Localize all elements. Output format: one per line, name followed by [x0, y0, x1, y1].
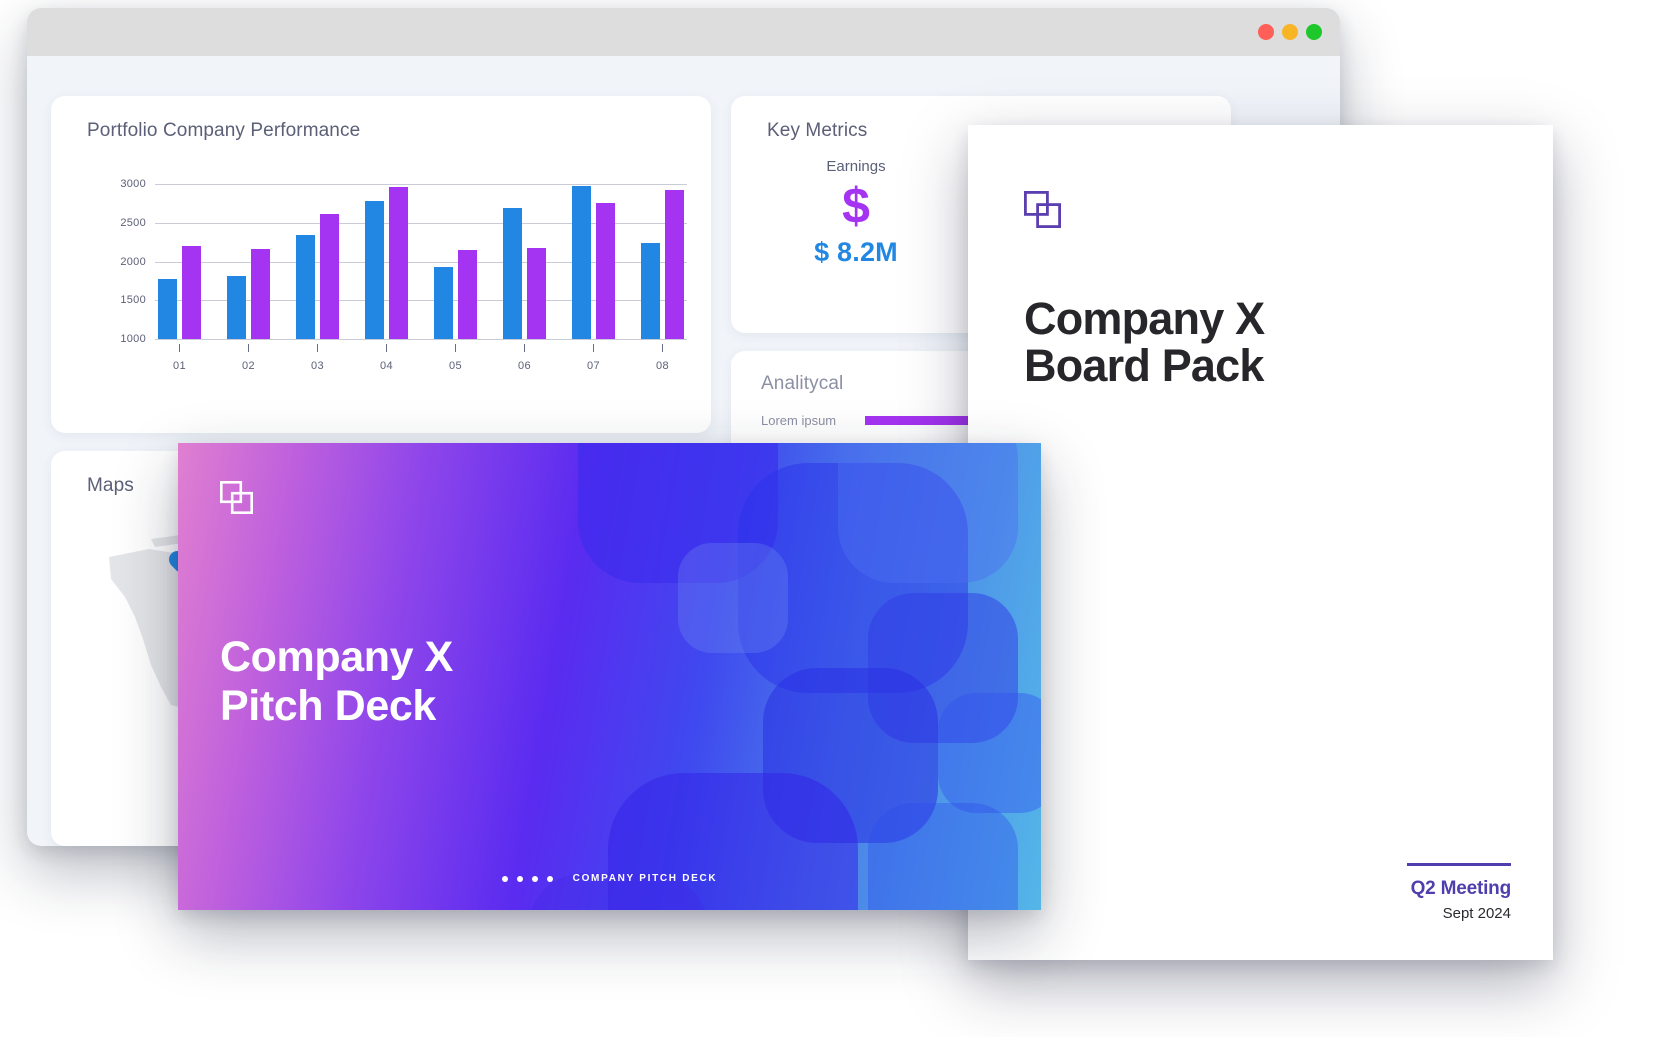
chart-bar-group [365, 184, 408, 339]
slide-dot[interactable] [501, 875, 508, 882]
chart-bar[interactable] [158, 278, 177, 339]
maximize-button[interactable] [1306, 24, 1322, 40]
overlapping-squares-icon [1024, 191, 1062, 229]
tick-mark-icon [524, 344, 525, 352]
chart-bar[interactable] [665, 189, 684, 339]
chart-bar[interactable] [320, 214, 339, 339]
portfolio-performance-card: Portfolio Company Performance 3000 2500 20… [51, 96, 711, 433]
chart-x-tick-label: 05 [448, 360, 463, 372]
chart-bar-group [572, 184, 615, 339]
board-pack-title: Company X Board Pack [1024, 293, 1265, 392]
meeting-label: Q2 Meeting [1410, 878, 1512, 899]
tick-mark-icon [179, 344, 180, 352]
slide-dots[interactable] [501, 875, 553, 882]
chart-bar[interactable] [365, 201, 384, 339]
chart-bar[interactable] [227, 275, 246, 339]
chart-bar[interactable] [503, 208, 522, 339]
chart-x-tick-label: 02 [241, 360, 256, 372]
chart-x-tick-label: 07 [586, 360, 601, 372]
chart-bar[interactable] [572, 185, 591, 339]
chart-x-tick-label: 01 [172, 360, 187, 372]
analytical-row-label: Lorem ipsum [761, 413, 837, 428]
pitch-deck-footer: COMPANY PITCH DECK [178, 873, 1041, 884]
chart-x-tick-label: 04 [379, 360, 394, 372]
screenshot-stage: Portfolio Company Performance 3000 2500 20… [0, 0, 1665, 1037]
chart-bar-group [434, 184, 477, 339]
performance-bar-chart: 3000 2500 2000 1500 1000 01 02 03 04 05 06 07 08 [107, 178, 687, 394]
metrics-card-title: Key Metrics [767, 120, 868, 141]
chart-bar[interactable] [596, 203, 615, 339]
analytical-card-title: Analitycal [761, 373, 844, 394]
dollar-icon: $ [842, 178, 870, 234]
chart-x-tick-label: 03 [310, 360, 325, 372]
chart-x-tick: 02 [227, 344, 270, 374]
chart-x-tick: 05 [434, 344, 477, 374]
chart-x-tick-label: 08 [655, 360, 670, 372]
chart-bar[interactable] [182, 245, 201, 339]
maps-card-title: Maps [87, 475, 134, 496]
pitch-deck-footer-label: COMPANY PITCH DECK [572, 873, 718, 884]
slide-dot[interactable] [516, 875, 523, 882]
chart-bar[interactable] [641, 242, 660, 339]
pitch-deck-title: Company X Pitch Deck [220, 633, 453, 730]
chart-y-tick-label: 3000 [120, 178, 146, 190]
chart-x-tick-label: 06 [517, 360, 532, 372]
tick-mark-icon [455, 344, 456, 352]
chart-bar[interactable] [296, 235, 315, 339]
metric-value: $ 8.2M [814, 237, 898, 267]
close-button[interactable] [1258, 24, 1274, 40]
window-titlebar [27, 8, 1340, 56]
chart-bar-group [158, 184, 201, 339]
chart-x-tick: 08 [641, 344, 684, 374]
chart-bars [155, 184, 687, 339]
chart-gridline: 1000 [120, 333, 687, 345]
chart-x-tick: 07 [572, 344, 615, 374]
chart-y-tick-label: 1500 [120, 294, 146, 307]
board-pack-footer: Q2 Meeting Sept 2024 [1407, 863, 1511, 922]
chart-y-tick-label: 2500 [120, 216, 146, 229]
performance-card-title: Portfolio Company Performance [87, 120, 361, 141]
chart-bar[interactable] [434, 267, 453, 339]
chart-bar[interactable] [389, 187, 408, 339]
board-pack-slide[interactable]: Company X Board Pack Q2 Meeting Sept 202… [968, 125, 1553, 960]
chart-bar-group [641, 184, 684, 339]
pitch-deck-title-line1: Company X [220, 633, 453, 681]
chart-bar-group [227, 184, 270, 339]
pitch-deck-slide[interactable]: Company X Pitch Deck COMPANY PITCH DECK [178, 443, 1041, 910]
slide-dot[interactable] [546, 875, 553, 882]
tick-mark-icon [593, 344, 594, 352]
board-pack-title-line2: Board Pack [1024, 340, 1264, 392]
chart-x-tick: 01 [158, 344, 201, 374]
chart-bar[interactable] [251, 248, 270, 339]
chart-bar[interactable] [527, 248, 546, 339]
chart-bar[interactable] [458, 250, 477, 339]
chart-x-tick: 04 [365, 344, 408, 374]
window-controls [1258, 24, 1322, 40]
board-pack-title-line1: Company X [1024, 293, 1265, 344]
chart-y-tick-label: 2000 [120, 255, 146, 268]
tick-mark-icon [317, 344, 318, 352]
tick-mark-icon [662, 344, 663, 352]
chart-x-tick: 06 [503, 344, 546, 374]
chart-bar-group [503, 184, 546, 339]
chart-x-tick: 03 [296, 344, 339, 374]
metric-tile: Earnings $ $ 8.2M [731, 158, 981, 268]
overlapping-squares-icon [220, 481, 254, 515]
minimize-button[interactable] [1282, 24, 1298, 40]
pitch-deck-title-line2: Pitch Deck [220, 681, 436, 730]
meeting-date: Sept 2024 [1442, 905, 1511, 922]
chart-y-tick-label: 1000 [120, 333, 146, 345]
footer-divider [1407, 863, 1511, 866]
tick-mark-icon [386, 344, 387, 352]
metric-label: Earnings [826, 158, 886, 175]
tick-mark-icon [248, 344, 249, 352]
chart-bar-group [296, 184, 339, 339]
chart-plot-area: 3000 2500 2000 1500 1000 [120, 178, 687, 345]
chart-x-axis: 01 02 03 04 05 06 07 08 [155, 344, 687, 374]
slide-dot[interactable] [531, 875, 538, 882]
